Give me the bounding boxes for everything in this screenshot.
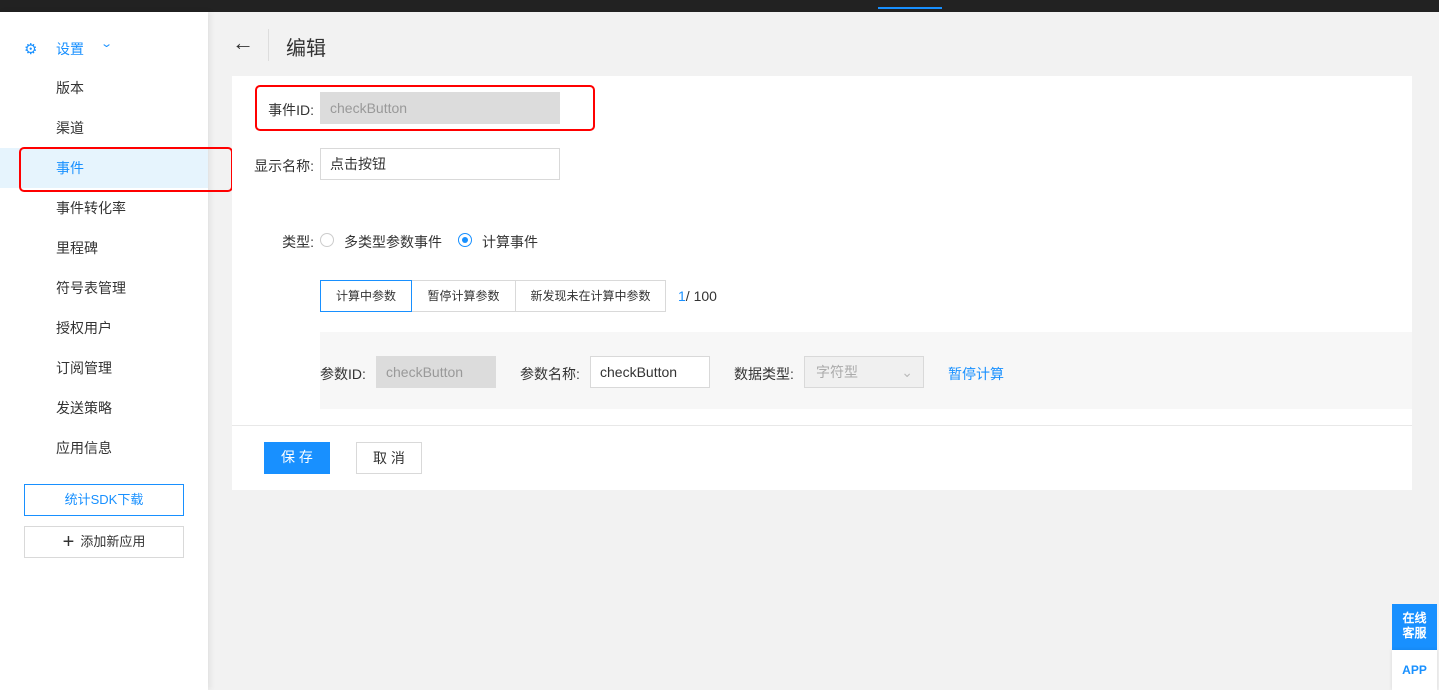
tab-computing-params[interactable]: 计算中参数 <box>320 280 412 312</box>
highlight-box-event-id <box>255 85 595 131</box>
plus-icon: + <box>62 531 75 553</box>
radio-computed-event[interactable] <box>458 233 472 247</box>
tab-paused-params[interactable]: 暂停计算参数 <box>411 280 516 312</box>
type-label: 类型: <box>282 234 314 250</box>
chevron-down-icon[interactable]: ⌄ <box>100 37 113 50</box>
sidebar-item-authorized-users[interactable]: 授权用户 <box>0 308 208 348</box>
top-bar-active-indicator <box>878 7 942 9</box>
highlight-box-sidebar <box>19 147 233 192</box>
data-type-label: 数据类型: <box>734 366 794 382</box>
gear-icon: ⚙ <box>24 41 38 58</box>
param-count-total: / 100 <box>685 288 717 304</box>
page-title: 编辑 <box>286 38 326 60</box>
sdk-download-button[interactable]: 统计SDK下载 <box>24 484 184 516</box>
sidebar-item-version[interactable]: 版本 <box>0 68 208 108</box>
sidebar-item-event-conversion[interactable]: 事件转化率 <box>0 188 208 228</box>
data-type-value: 字符型 <box>816 364 858 380</box>
header-divider <box>268 29 269 61</box>
add-app-label: 添加新应用 <box>80 534 146 549</box>
save-button[interactable]: 保 存 <box>264 442 330 474</box>
chevron-down-icon: ⌄ <box>901 364 913 380</box>
param-id-label: 参数ID: <box>320 366 366 382</box>
display-name-input[interactable]: 点击按钮 <box>320 148 560 180</box>
param-id-input[interactable]: checkButton <box>376 356 496 388</box>
back-arrow-icon[interactable]: ← <box>232 30 254 56</box>
data-type-select[interactable]: 字符型 ⌄ <box>804 356 924 388</box>
pause-compute-link[interactable]: 暂停计算 <box>948 364 1004 384</box>
cancel-button[interactable]: 取 消 <box>356 442 422 474</box>
sidebar-item-send-strategy[interactable]: 发送策略 <box>0 388 208 428</box>
sidebar-item-channel[interactable]: 渠道 <box>0 108 208 148</box>
display-name-label: 显示名称: <box>254 158 314 174</box>
param-count: 1/ 100 <box>678 288 717 304</box>
app-button[interactable]: APP <box>1392 650 1437 690</box>
top-bar <box>0 0 1439 12</box>
sidebar-item-symbol-table[interactable]: 符号表管理 <box>0 268 208 308</box>
param-name-input[interactable]: checkButton <box>590 356 710 388</box>
sidebar-item-milestone[interactable]: 里程碑 <box>0 228 208 268</box>
sidebar-item-subscriptions[interactable]: 订阅管理 <box>0 348 208 388</box>
radio-label-multi-type: 多类型参数事件 <box>344 234 442 250</box>
footer-divider <box>232 425 1412 426</box>
radio-multi-type-param[interactable] <box>320 233 334 247</box>
add-app-button[interactable]: + 添加新应用 <box>24 526 184 558</box>
sidebar: ⚙ 设置 ⌄ 版本 渠道 事件 事件转化率 里程碑 符号表管理 授权用户 订阅管… <box>0 12 208 690</box>
param-count-current: 1 <box>678 288 686 304</box>
online-service-button[interactable]: 在线客服 <box>1392 604 1437 650</box>
sidebar-item-app-info[interactable]: 应用信息 <box>0 428 208 468</box>
param-name-label: 参数名称: <box>520 366 580 382</box>
radio-label-computed: 计算事件 <box>482 234 538 250</box>
sidebar-section-settings[interactable]: 设置 <box>56 39 84 59</box>
tab-new-params[interactable]: 新发现未在计算中参数 <box>515 280 666 312</box>
